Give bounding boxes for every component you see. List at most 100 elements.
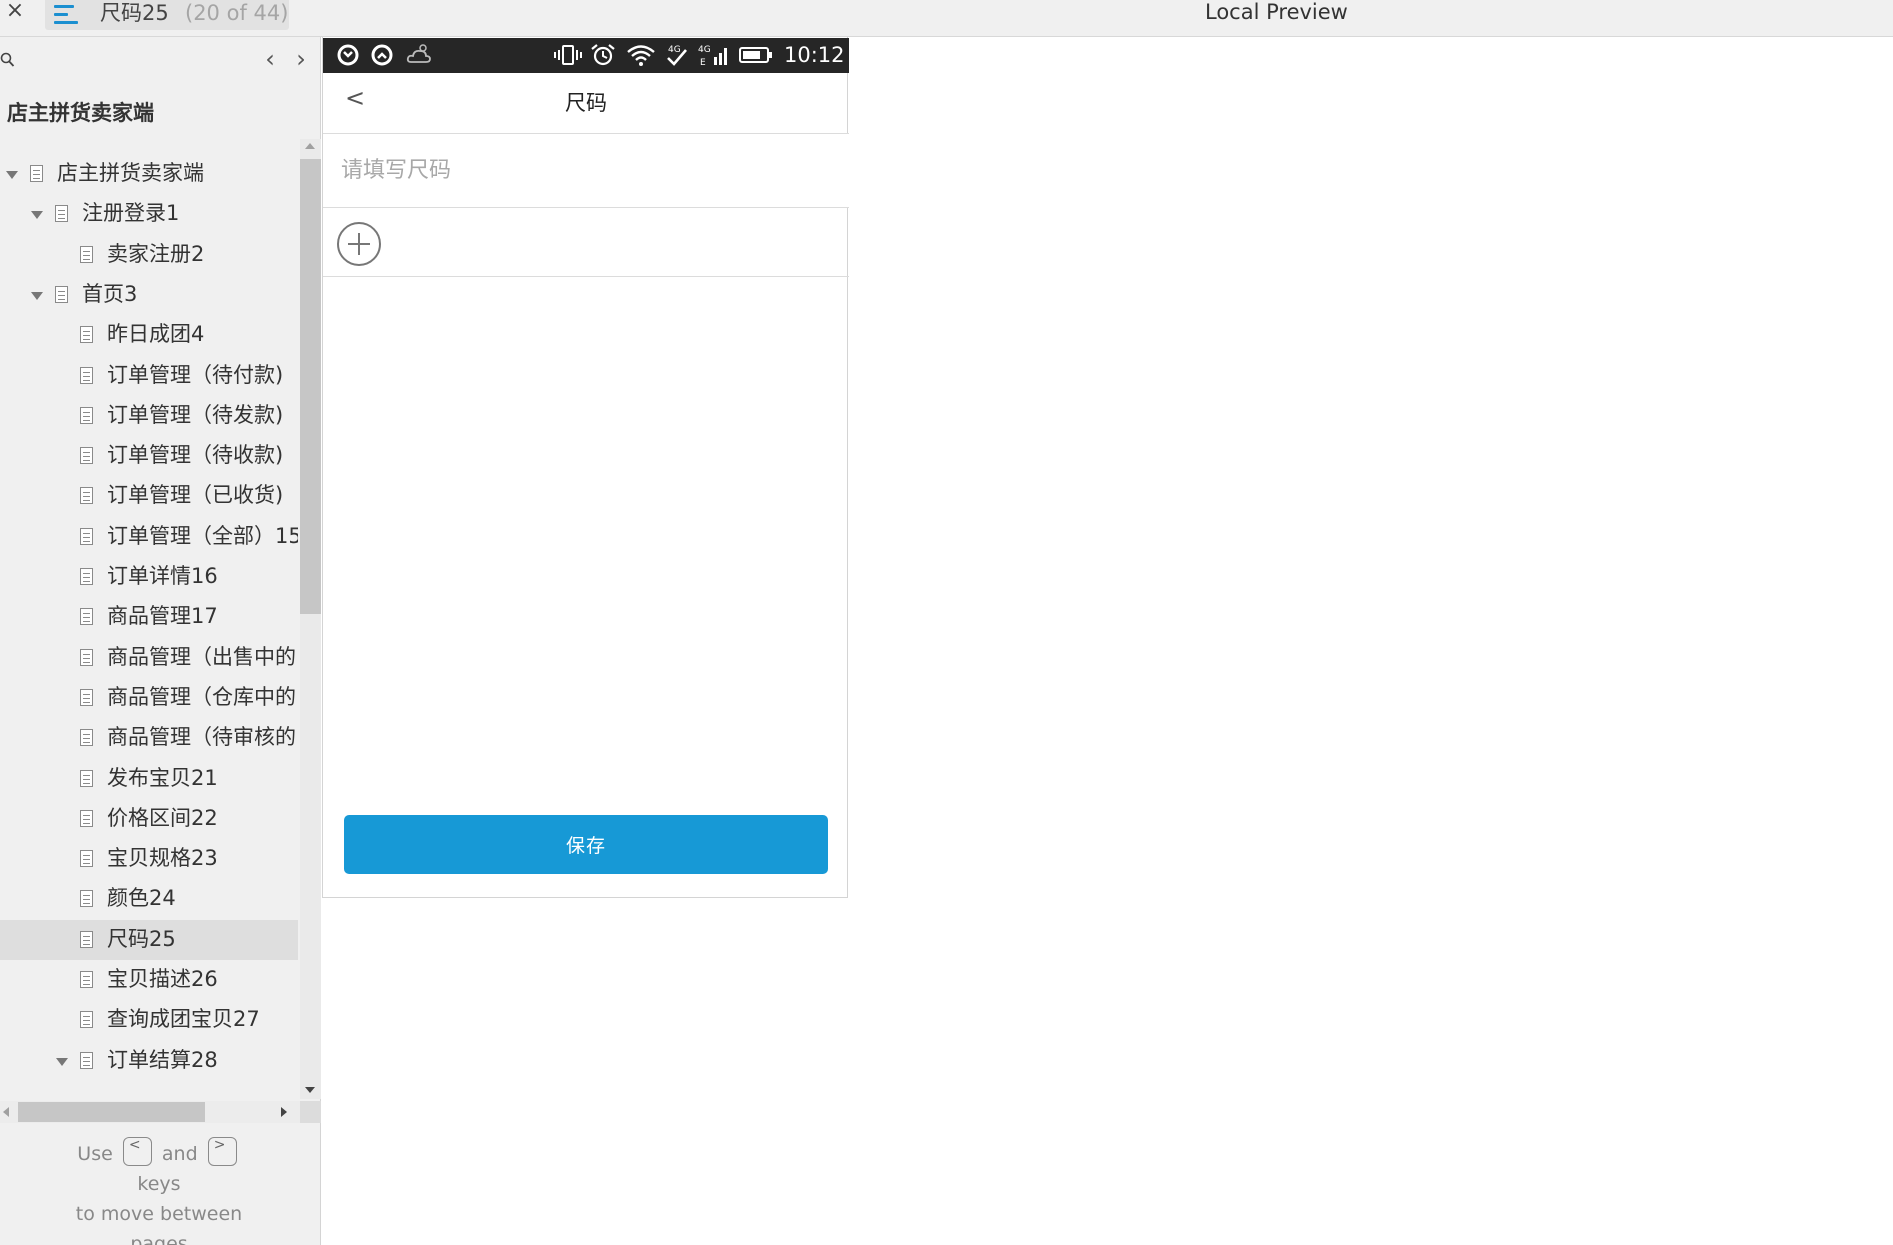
expand-arrow-icon[interactable] <box>31 211 43 220</box>
tree-item-label: 店主拼货卖家端 <box>57 161 204 185</box>
tree-item-label: 尺码25 <box>107 926 176 951</box>
status-time: 10:12 <box>784 43 845 67</box>
tree-item-label: 商品管理17 <box>107 604 218 629</box>
help-text-line3: pages <box>130 1233 188 1245</box>
horizontal-scroll-thumb[interactable] <box>18 1102 205 1122</box>
tree-item-label: 订单管理（已收货) <box>107 483 284 508</box>
expand-arrow-icon[interactable] <box>56 1057 68 1066</box>
scroll-left-icon[interactable] <box>3 1107 9 1117</box>
project-title: 店主拼货卖家端 <box>7 101 154 125</box>
close-icon[interactable]: × <box>4 0 26 24</box>
tree-item[interactable]: 宝贝规格23 <box>0 839 298 879</box>
scroll-down-icon[interactable] <box>305 1087 315 1093</box>
tree-item[interactable]: 商品管理（出售中的 <box>0 638 298 678</box>
page-icon <box>80 245 93 263</box>
page-icon <box>80 487 93 505</box>
tree-item[interactable]: 订单管理（待付款) <box>0 356 298 396</box>
svg-text:E: E <box>700 58 706 67</box>
page-icon <box>80 1051 93 1069</box>
page-icon <box>80 809 93 827</box>
page-icon <box>80 568 93 585</box>
expand-arrow-icon[interactable] <box>6 171 18 179</box>
page-icon <box>80 527 93 545</box>
tree-item-label: 首页3 <box>82 281 138 306</box>
top-bar: × 尺码25 (20 of 44) Local Preview <box>0 0 1893 37</box>
tree-item-label: 订单结算28 <box>107 1047 218 1072</box>
tree-item[interactable]: 订单结算28 <box>0 1041 298 1081</box>
scrollbar-corner <box>300 1101 321 1123</box>
sync-icon <box>371 44 393 66</box>
page-icon <box>80 447 93 465</box>
preview-title: Local Preview <box>1205 0 1348 24</box>
tree-item[interactable]: 首页3 <box>0 275 298 315</box>
vertical-scroll-thumb[interactable] <box>300 159 321 614</box>
weather-icon <box>406 44 431 63</box>
svg-text:4G: 4G <box>698 45 711 55</box>
tree-item[interactable]: 订单管理（待收款) <box>0 436 298 476</box>
tree-item-label: 颜色24 <box>107 886 176 911</box>
tree-item[interactable]: 卖家注册2 <box>0 235 298 275</box>
page-icon <box>80 1011 93 1029</box>
tree-item[interactable]: 价格区间22 <box>0 799 298 839</box>
save-button[interactable]: 保存 <box>344 815 828 874</box>
plus-circle-icon[interactable] <box>337 222 381 266</box>
current-page-name: 尺码25 <box>100 1 169 25</box>
vertical-scrollbar[interactable] <box>300 139 321 1099</box>
tree-item-label: 商品管理（待审核的 <box>107 725 296 750</box>
expand-arrow-icon[interactable] <box>31 291 43 300</box>
page-icon <box>80 850 93 868</box>
page-icon <box>80 971 93 988</box>
tree-item[interactable]: 店主拼货卖家端 <box>0 154 298 194</box>
page-icon <box>80 769 93 787</box>
tree-item[interactable]: 订单详情16 <box>0 557 298 597</box>
tree-item[interactable]: 注册登录1 <box>0 194 298 234</box>
next-page-button[interactable]: › <box>291 47 311 73</box>
tree-item-label: 订单详情16 <box>107 564 218 588</box>
tree-item[interactable]: 发布宝贝21 <box>0 759 298 799</box>
page-tree: 店主拼货卖家端 注册登录1 卖家注册2 首页3 昨日成团4 订单管理（待付款) … <box>0 137 298 1100</box>
size-input[interactable] <box>323 134 849 208</box>
page-icon <box>80 688 93 706</box>
help-text-and: and <box>161 1143 198 1165</box>
page-icon <box>55 285 68 303</box>
wifi-icon <box>627 45 655 66</box>
tree-item[interactable]: 昨日成团4 <box>0 315 298 355</box>
tree-item-label: 订单管理（待发款) <box>107 402 284 427</box>
page-icon <box>55 205 68 223</box>
tree-item-label: 订单管理（待付款) <box>107 362 284 387</box>
tree-item[interactable]: 宝贝描述26 <box>0 960 298 1000</box>
tree-item-label: 商品管理（出售中的 <box>107 644 296 669</box>
scroll-right-icon[interactable] <box>281 1107 287 1117</box>
tree-item-label: 宝贝描述26 <box>107 967 218 991</box>
tree-item[interactable]: 商品管理（仓库中的 <box>0 678 298 718</box>
page-counter: (20 of 44) <box>185 1 289 25</box>
previous-page-button[interactable]: ‹ <box>260 47 280 73</box>
tree-item[interactable]: 订单管理（待发款) <box>0 396 298 436</box>
page-selector[interactable]: 尺码25 (20 of 44) <box>45 0 289 30</box>
app-navbar: < 尺码 <box>323 73 849 134</box>
menu-icon[interactable] <box>54 3 80 25</box>
tree-item[interactable]: 商品管理17 <box>0 597 298 637</box>
tree-item-label: 价格区间22 <box>107 805 218 830</box>
horizontal-scrollbar[interactable] <box>0 1101 300 1123</box>
scroll-up-icon[interactable] <box>305 143 315 149</box>
tree-item[interactable]: 颜色24 <box>0 879 298 919</box>
search-icon[interactable] <box>0 51 16 69</box>
tree-item[interactable]: 尺码25 <box>0 919 298 960</box>
tree-item[interactable]: 查询成团宝贝27 <box>0 1000 298 1040</box>
battery-icon <box>739 47 772 63</box>
tree-item[interactable]: 商品管理（待审核的 <box>0 718 298 758</box>
help-text-keys: keys <box>137 1173 181 1195</box>
tree-item-label: 昨日成团4 <box>107 322 205 347</box>
signal-4g-icon: 4G <box>667 45 687 66</box>
phone-preview: 4G 4G E 10:12 < 尺码 保存 <box>322 37 849 898</box>
signal-bars-icon: 4G E <box>698 45 727 67</box>
add-size-row <box>323 208 849 277</box>
tree-item[interactable]: 订单管理（已收货) <box>0 476 298 516</box>
status-bar: 4G 4G E 10:12 <box>323 38 849 73</box>
tree-item-label: 查询成团宝贝27 <box>107 1007 260 1032</box>
tree-item-label: 注册登录1 <box>82 201 180 226</box>
tree-item-label: 订单管理（全部）15 <box>107 523 298 548</box>
page-icon <box>80 890 93 908</box>
tree-item[interactable]: 订单管理（全部）15 <box>0 517 298 557</box>
